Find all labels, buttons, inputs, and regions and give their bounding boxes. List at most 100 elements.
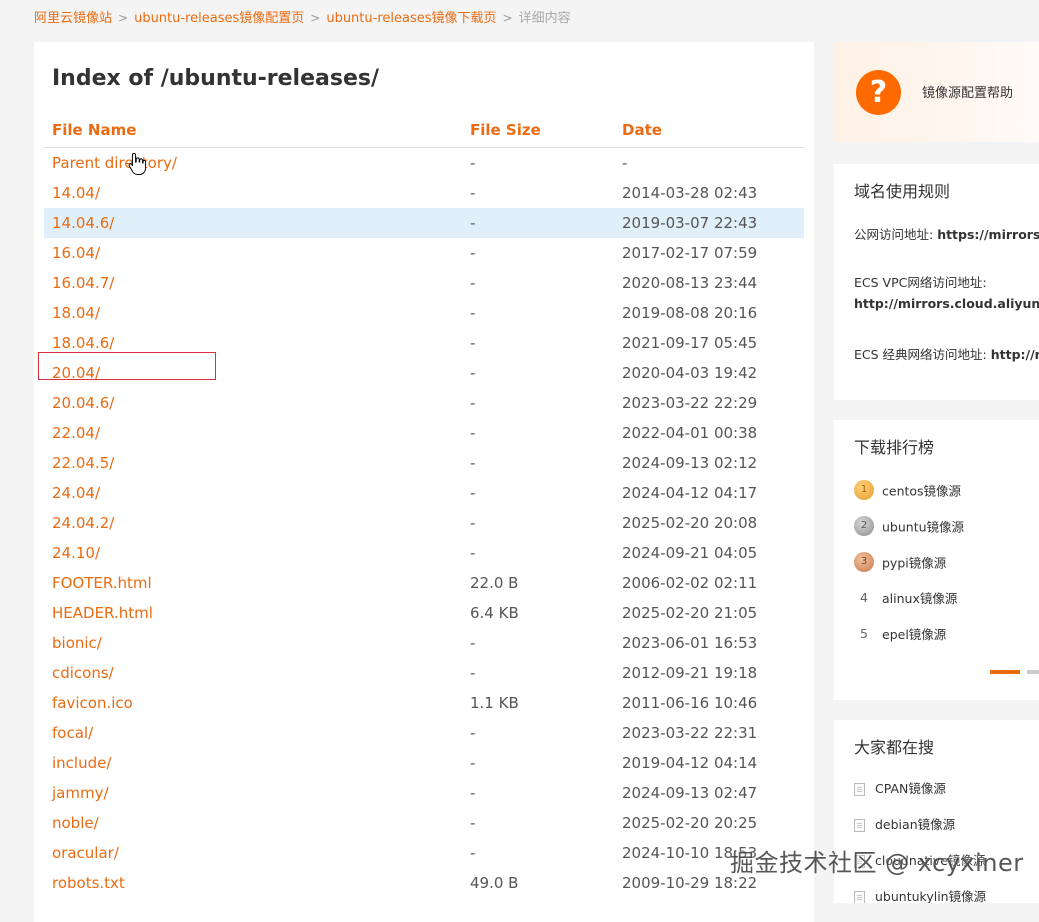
file-link[interactable]: 24.04.2/ (52, 514, 114, 532)
domain-rules-card: 域名使用规则 公网访问地址: https://mirrors.aliyun.co… (834, 164, 1039, 400)
rank-medal-icon: 1 (854, 480, 874, 500)
file-link[interactable]: FOOTER.html (52, 574, 152, 592)
file-name-cell: robots.txt (44, 868, 462, 898)
breadcrumb-download-page[interactable]: ubuntu-releases镜像下载页 (326, 11, 496, 26)
file-size-cell: - (470, 634, 476, 652)
table-row[interactable]: include/ - 2019-04-12 04:14 (44, 748, 804, 778)
file-link[interactable]: 18.04/ (52, 304, 100, 322)
rank-number: 4 (860, 590, 868, 605)
file-name-cell: 20.04.6/ (44, 388, 462, 418)
table-row[interactable]: focal/ - 2023-03-22 22:31 (44, 718, 804, 748)
file-link[interactable]: robots.txt (52, 874, 125, 892)
table-row[interactable]: 16.04/ - 2017-02-17 07:59 (44, 238, 804, 268)
file-link[interactable]: 14.04/ (52, 184, 100, 202)
file-date-cell: 2021-09-17 05:45 (622, 334, 758, 352)
file-name-cell: 22.04.5/ (44, 448, 462, 478)
table-row[interactable]: 16.04.7/ - 2020-08-13 23:44 (44, 268, 804, 298)
classic-address-line: ECS 经典网络访问地址: http://mirrors.aliyuncs.co… (854, 344, 1039, 363)
classic-address-url[interactable]: http://mirrors.aliyuncs.com (991, 347, 1039, 362)
table-row[interactable]: 22.04/ - 2022-04-01 00:38 (44, 418, 804, 448)
table-row[interactable]: 14.04/ - 2014-03-28 02:43 (44, 178, 804, 208)
file-link[interactable]: noble/ (52, 814, 99, 832)
rank-medal-icon: 3 (854, 552, 874, 572)
carousel-indicator[interactable] (1027, 670, 1039, 674)
column-header-file-size[interactable]: File Size (462, 112, 614, 148)
file-link[interactable]: 24.10/ (52, 544, 100, 562)
file-link[interactable]: focal/ (52, 724, 93, 742)
help-link[interactable]: 镜像源配置帮助 (922, 82, 1013, 101)
download-ranking-card: 下载排行榜 1 centos镜像源 2 ubuntu镜像源 3 pypi镜像源 4 alinu… (834, 420, 1039, 700)
table-row[interactable]: cdicons/ - 2012-09-21 19:18 (44, 658, 804, 688)
file-size-cell: - (470, 664, 476, 682)
file-link[interactable]: include/ (52, 754, 111, 772)
table-row[interactable]: jammy/ - 2024-09-13 02:47 (44, 778, 804, 808)
ranking-item-label: epel镜像源 (882, 627, 947, 642)
column-header-date[interactable]: Date (614, 112, 804, 148)
breadcrumb-home[interactable]: 阿里云镜像站 (34, 11, 112, 26)
file-link[interactable]: Parent directory/ (52, 154, 177, 172)
table-row[interactable]: 18.04.6/ - 2021-09-17 05:45 (44, 328, 804, 358)
file-name-cell: bionic/ (44, 628, 462, 658)
file-link[interactable]: cdicons/ (52, 664, 114, 682)
file-link[interactable]: 24.04/ (52, 484, 100, 502)
file-size-cell: - (470, 424, 476, 442)
ranking-item[interactable]: 1 centos镜像源 (854, 480, 961, 500)
table-row[interactable]: FOOTER.html 22.0 B 2006-02-02 02:11 (44, 568, 804, 598)
help-card[interactable]: ? 镜像源配置帮助 (834, 42, 1039, 142)
vpc-address-url[interactable]: http://mirrors.cloud.aliyuncs.com (854, 296, 1039, 311)
file-link[interactable]: 20.04.6/ (52, 394, 114, 412)
table-row[interactable]: noble/ - 2025-02-20 20:25 (44, 808, 804, 838)
file-link[interactable]: oracular/ (52, 844, 119, 862)
file-link[interactable]: 20.04/ (52, 364, 100, 382)
file-link[interactable]: 16.04/ (52, 244, 100, 262)
file-table: File Name File Size Date Parent director… (44, 112, 804, 898)
ranking-item[interactable]: 5 epel镜像源 (854, 624, 946, 644)
file-link[interactable]: 18.04.6/ (52, 334, 114, 352)
file-size-cell: - (470, 154, 476, 172)
popular-search-item[interactable]: debian镜像源 (854, 814, 955, 833)
table-row[interactable]: 24.10/ - 2024-09-21 04:05 (44, 538, 804, 568)
file-link[interactable]: bionic/ (52, 634, 102, 652)
file-date-cell: 2014-03-28 02:43 (622, 184, 758, 202)
public-address-url[interactable]: https://mirrors.aliyun.com (937, 227, 1039, 242)
table-row[interactable]: oracular/-2024-10-10 18:53 (44, 838, 804, 868)
table-row[interactable]: 14.04.6/ -2019-03-07 22:43 (44, 208, 804, 238)
breadcrumb-config-page[interactable]: ubuntu-releases镜像配置页 (134, 11, 304, 26)
column-header-file-name[interactable]: File Name (44, 112, 462, 148)
ranking-item[interactable]: 2 ubuntu镜像源 (854, 516, 964, 536)
table-row[interactable]: 18.04/ - 2019-08-08 20:16 (44, 298, 804, 328)
file-size-cell: - (462, 208, 614, 238)
file-link[interactable]: 22.04.5/ (52, 454, 114, 472)
table-row[interactable]: 24.04/ - 2024-04-12 04:17 (44, 478, 804, 508)
table-row[interactable]: bionic/ - 2023-06-01 16:53 (44, 628, 804, 658)
table-row[interactable]: 24.04.2/ - 2025-02-20 20:08 (44, 508, 804, 538)
popular-search-item[interactable]: ubuntukylin镜像源 (854, 886, 986, 903)
table-row[interactable]: Parent directory/ - - (44, 148, 804, 179)
watermark: 掘金技术社区 @ xcyxiner (730, 849, 1024, 877)
table-header-row: File Name File Size Date (44, 112, 804, 148)
carousel-indicator-active[interactable] (990, 670, 1020, 674)
table-row[interactable]: 20.04.6/ - 2023-03-22 22:29 (44, 388, 804, 418)
table-row[interactable]: robots.txt 49.0 B 2009-10-29 18:22 (44, 868, 804, 898)
ranking-item[interactable]: 3 pypi镜像源 (854, 552, 946, 572)
table-row[interactable]: favicon.ico 1.1 KB 2011-06-16 10:46 (44, 688, 804, 718)
ranking-item[interactable]: 4 alinux镜像源 (854, 588, 957, 608)
table-row[interactable]: 22.04.5/ - 2024-09-13 02:12 (44, 448, 804, 478)
domain-rules-title: 域名使用规则 (854, 182, 951, 201)
file-name-cell: 18.04.6/ (44, 328, 462, 358)
file-date-cell: 2020-04-03 19:42 (622, 364, 758, 382)
file-size-cell: - (470, 304, 476, 322)
file-link[interactable]: 22.04/ (52, 424, 100, 442)
table-row[interactable]: 20.04/ - 2020-04-03 19:42 (44, 358, 804, 388)
file-link[interactable]: jammy/ (52, 784, 109, 802)
table-row[interactable]: HEADER.html 6.4 KB 2025-02-20 21:05 (44, 598, 804, 628)
popular-search-item[interactable]: CPAN镜像源 (854, 778, 946, 797)
file-link[interactable]: HEADER.html (52, 604, 153, 622)
file-link[interactable]: 14.04.6/ (52, 214, 114, 232)
file-table-body: Parent directory/- -14.04/-2014-03-28 02:… (44, 148, 804, 899)
file-link[interactable]: favicon.ico (52, 694, 133, 712)
file-link[interactable]: 16.04.7/ (52, 274, 114, 292)
file-size-cell: 6.4 KB (470, 604, 519, 622)
ranking-item-label: pypi镜像源 (882, 555, 947, 571)
popular-search-label: debian镜像源 (875, 817, 956, 832)
